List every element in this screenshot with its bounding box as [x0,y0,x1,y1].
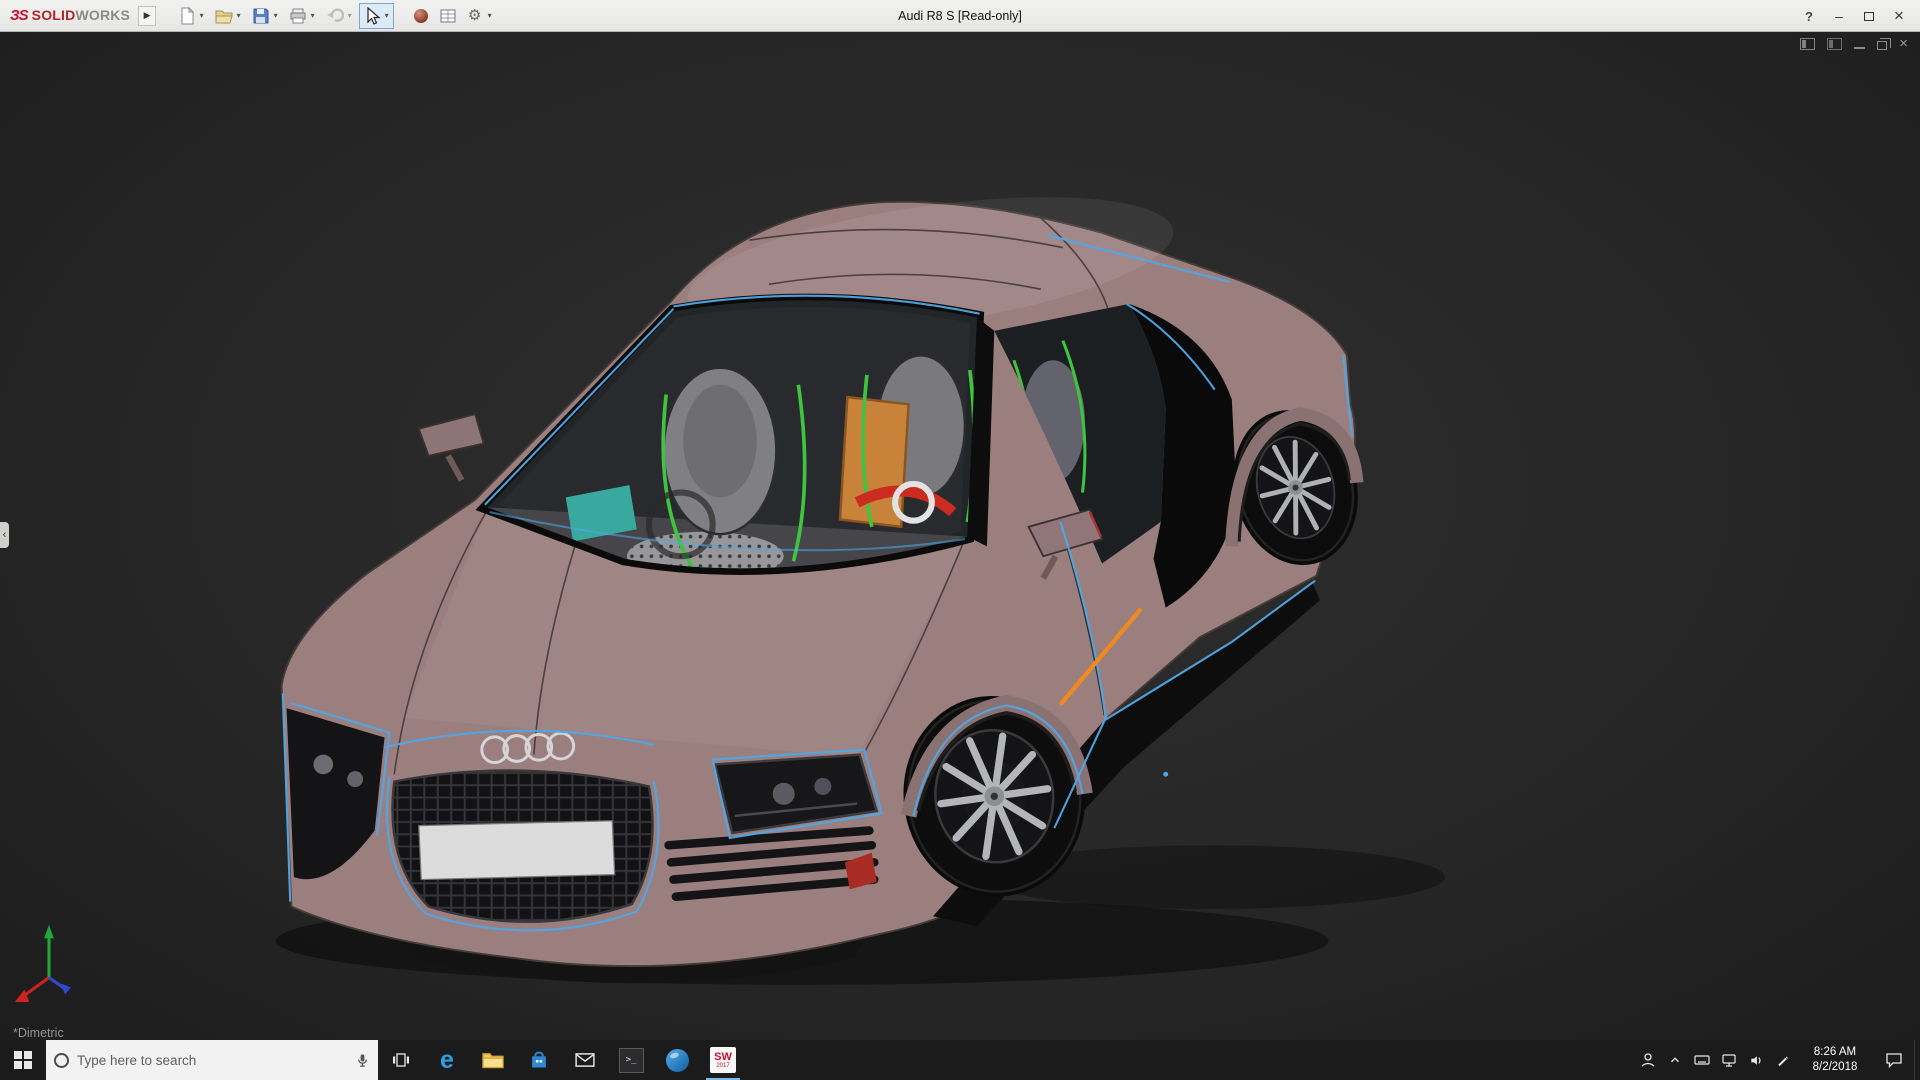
action-center-button[interactable] [1874,1040,1914,1080]
audi-r8-model[interactable] [0,32,1920,1040]
save-button[interactable]: ▾ [248,3,283,29]
sheet-format-icon [438,6,457,25]
dassault-logo-icon: ЗS [10,7,29,24]
dropdown-chevron-icon[interactable]: ▾ [197,11,206,20]
terminal-app-button[interactable]: >_ [608,1040,654,1080]
dropdown-chevron-icon[interactable]: ▾ [308,11,317,20]
windows-logo-icon [14,1051,32,1069]
windows-ink-button[interactable] [1769,1040,1796,1080]
undo-icon [325,6,344,25]
sheet-format-button[interactable] [435,3,460,29]
store-button[interactable] [516,1040,562,1080]
people-icon [1641,1053,1654,1067]
doc-minimize-button[interactable] [1854,40,1866,49]
file-explorer-icon [482,1053,504,1069]
dropdown-chevron-icon[interactable]: ▾ [382,11,391,20]
file-explorer-button[interactable] [470,1040,516,1080]
chevron-up-icon [1670,1057,1679,1063]
brand-solid: SOLID [31,6,76,23]
action-center-icon [1886,1053,1902,1068]
show-desktop-button[interactable] [1914,1040,1920,1080]
viewport-pane-icon[interactable] [1800,38,1816,50]
select-button[interactable]: ▾ [359,2,395,29]
search-input[interactable] [77,1052,347,1068]
speaker-icon [1750,1055,1761,1065]
graphics-viewport[interactable]: × ‹ *Dimetric [0,32,1920,1040]
close-button[interactable]: × [1884,4,1914,28]
document-window-controls: × [1800,36,1908,51]
appearance-button[interactable] [408,3,433,29]
solidworks-app-button[interactable]: SW 2017 [700,1040,746,1080]
edrawings-app-button[interactable] [654,1040,700,1080]
document-title: Audi R8 S [Read-only] [898,9,1022,23]
open-folder-icon [214,6,233,25]
maximize-button[interactable] [1854,4,1884,28]
solidworks-2017-icon: SW 2017 [710,1047,736,1073]
save-icon [251,6,270,25]
people-button[interactable] [1634,1040,1661,1080]
print-icon [288,6,307,25]
open-button[interactable]: ▾ [211,3,246,29]
window-controls: ? – × [1794,0,1914,32]
task-view-button[interactable] [378,1040,424,1080]
quick-access-toolbar: ▾ ▾ ▾ ▾ ▾ ▾ ⚙ ▾ [174,2,497,29]
dropdown-chevron-icon[interactable]: ▾ [345,11,354,20]
clock-date: 8/2/2018 [1812,1061,1858,1073]
brand-works: WORKS [75,6,131,23]
dropdown-chevron-icon[interactable]: ▾ [234,11,243,20]
minimize-button[interactable]: – [1824,4,1854,28]
mail-button[interactable] [562,1040,608,1080]
tray-expand-button[interactable] [1661,1040,1688,1080]
mail-icon [575,1053,595,1067]
orientation-triad[interactable] [14,924,72,1003]
pen-icon [1778,1055,1789,1066]
network-display-icon [1721,1053,1736,1067]
edge-icon: e [440,1045,454,1074]
edrawings-app-icon [665,1048,689,1072]
system-tray: 8:26 AM 8/2/2018 [1634,1040,1920,1080]
new-document-button[interactable]: ▾ [174,3,209,29]
clock-time: 8:26 AM [1813,1046,1857,1059]
dropdown-chevron-icon[interactable]: ▾ [485,11,494,20]
windows-taskbar: e >_ SW2017 [0,1040,1920,1080]
titlebar: ЗS SOLIDWORKS ▶ ▾ ▾ ▾ ▾ ▾ ▾ ⚙ ▾ Audi R8 … [0,0,1920,32]
terminal-app-icon: >_ [618,1047,644,1073]
options-button[interactable]: ⚙ ▾ [462,3,497,29]
appearance-sphere-icon [411,6,430,25]
viewport-split-icon[interactable] [1827,38,1843,50]
store-icon [532,1051,546,1068]
print-button[interactable]: ▾ [285,3,320,29]
options-gear-icon: ⚙ [467,7,482,24]
doc-close-button[interactable]: × [1899,36,1908,51]
feature-manager-collapse-tab[interactable]: ‹ [0,522,9,548]
maximize-icon [1864,11,1874,21]
help-button[interactable]: ? [1794,4,1824,28]
solidworks-logo: ЗS SOLIDWORKS [0,7,138,25]
doc-restore-button[interactable] [1877,38,1892,50]
start-button[interactable] [0,1040,46,1080]
taskbar-clock[interactable]: 8:26 AM 8/2/2018 [1796,1040,1874,1080]
microphone-icon[interactable] [355,1053,370,1068]
front-grille[interactable] [391,769,654,924]
taskbar-search[interactable] [46,1040,378,1080]
touch-keyboard-button[interactable] [1688,1040,1715,1080]
network-button[interactable] [1715,1040,1742,1080]
new-document-icon [177,6,196,25]
undo-button[interactable]: ▾ [322,3,357,29]
edge-button[interactable]: e [424,1040,470,1080]
task-view-icon [393,1053,409,1067]
cortana-icon [54,1052,69,1068]
license-plate [418,820,616,881]
dropdown-chevron-icon[interactable]: ▾ [271,11,280,20]
menu-flyout-button[interactable]: ▶ [138,5,157,26]
select-cursor-icon [362,6,381,25]
keyboard-icon [1693,1055,1710,1065]
volume-button[interactable] [1742,1040,1769,1080]
view-orientation-label: *Dimetric [13,1026,64,1040]
